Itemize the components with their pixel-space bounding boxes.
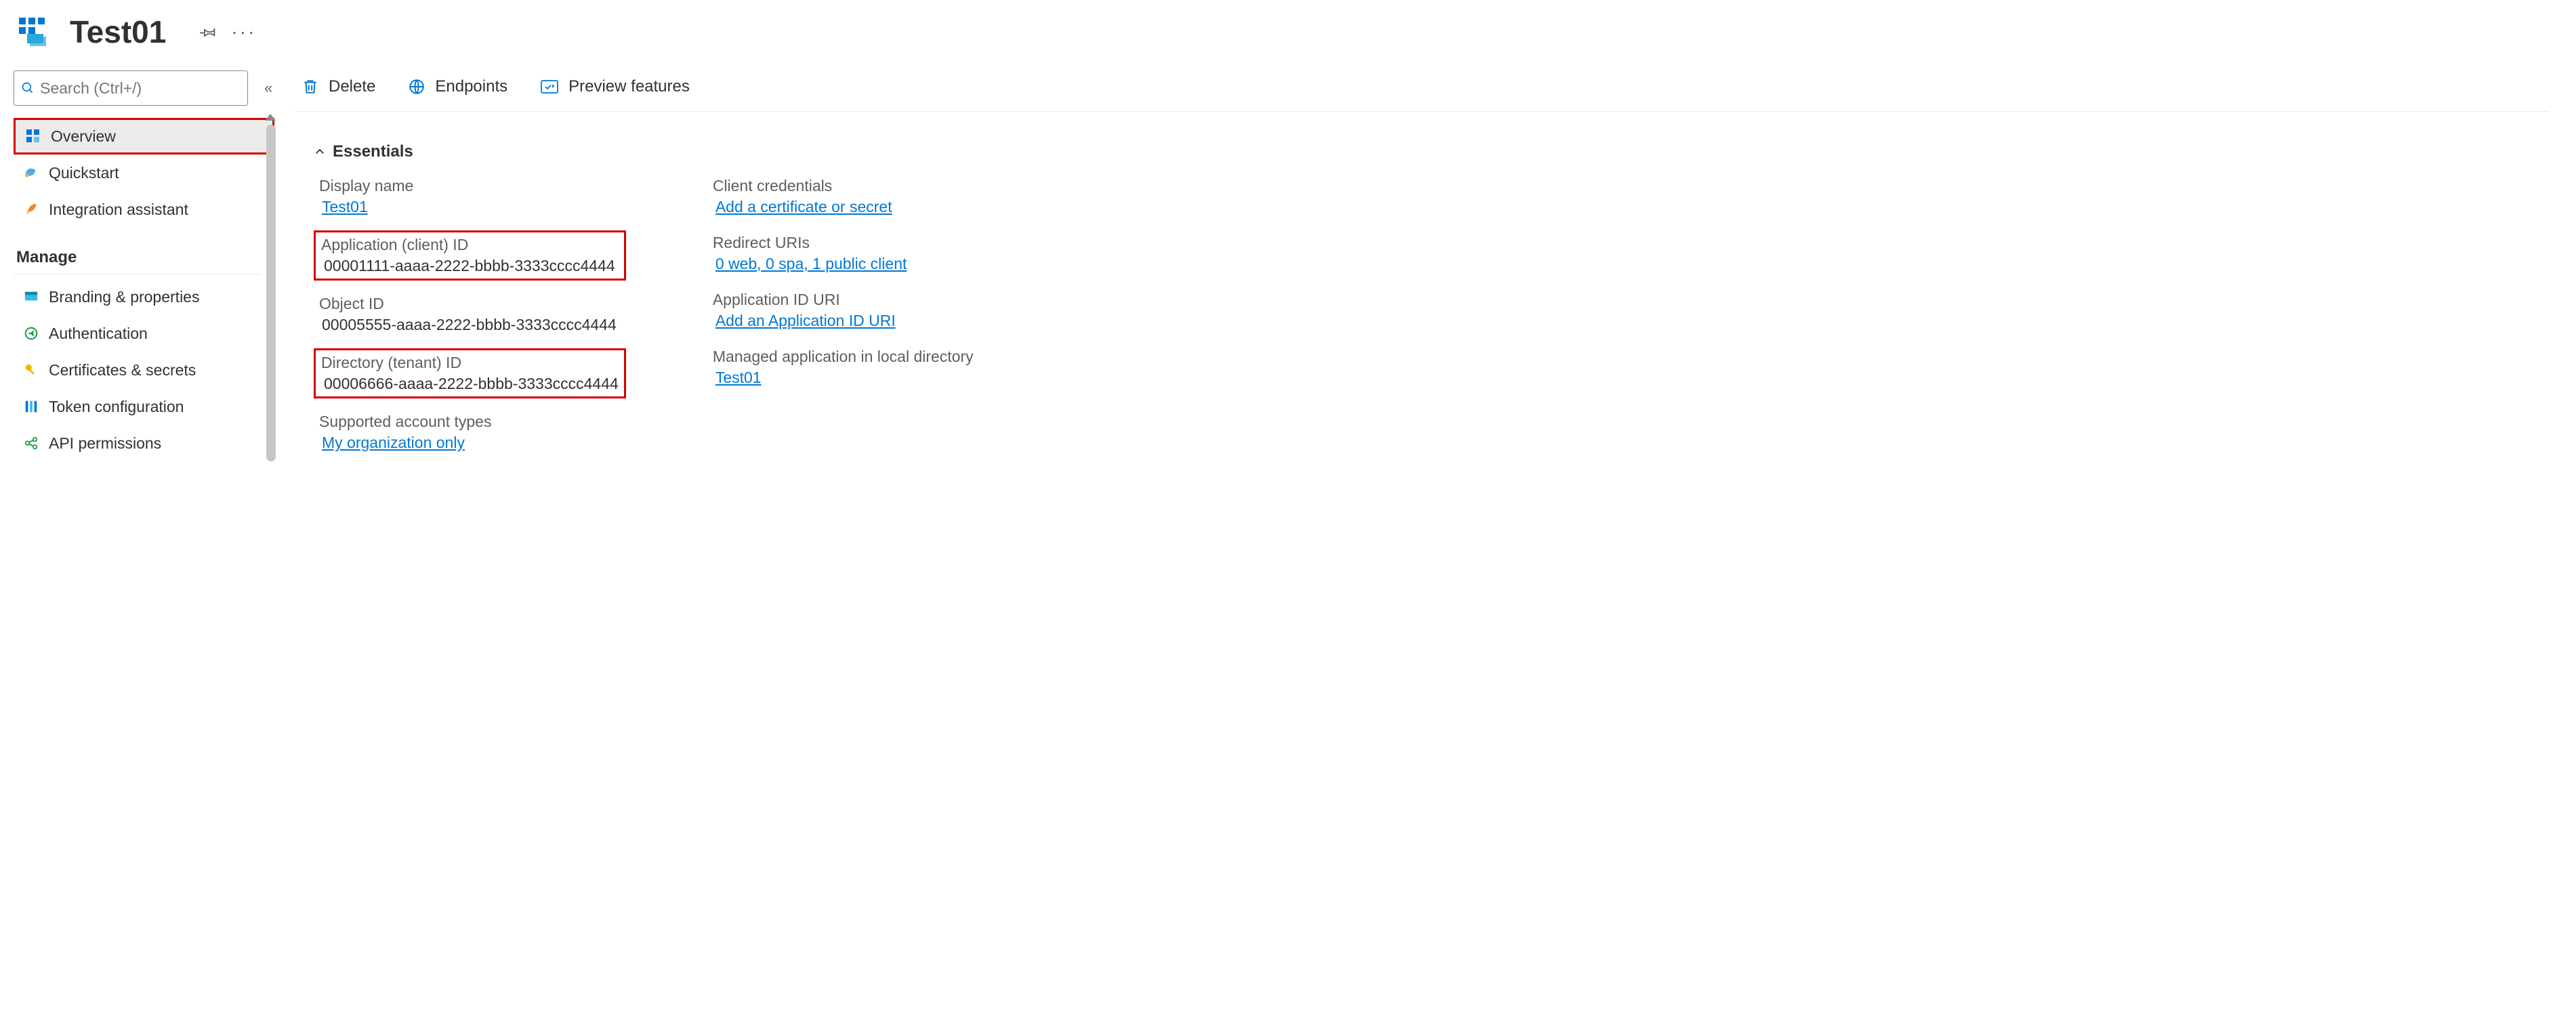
field-display-name: Display name Test01: [314, 173, 626, 220]
trash-icon: [302, 78, 319, 96]
more-button[interactable]: ···: [224, 17, 263, 47]
field-label: Managed application in local directory: [713, 348, 974, 366]
key-icon: [23, 363, 39, 377]
client-credentials-link[interactable]: Add a certificate or secret: [713, 198, 974, 216]
rocket-icon: [23, 202, 39, 217]
field-label: Directory (tenant) ID: [321, 354, 619, 372]
essentials-heading: Essentials: [333, 142, 413, 161]
page-header: Test01 ···: [0, 0, 2576, 70]
object-id-value: 00005555-aaaa-2222-bbbb-3333cccc4444: [319, 316, 621, 334]
sidebar-item-api-permissions[interactable]: API permissions: [14, 425, 274, 461]
display-name-link[interactable]: Test01: [319, 198, 621, 216]
field-supported-account-types: Supported account types My organization …: [314, 409, 626, 455]
globe-icon: [408, 78, 425, 96]
authentication-icon: [23, 326, 39, 341]
sidebar-item-integration-assistant[interactable]: Integration assistant: [14, 191, 274, 228]
sidebar-item-label: Overview: [51, 127, 116, 146]
field-redirect-uris: Redirect URIs 0 web, 0 spa, 1 public cli…: [707, 230, 979, 276]
preview-icon: [540, 79, 559, 94]
sidebar-item-quickstart[interactable]: Quickstart: [14, 154, 274, 191]
search-icon: [21, 81, 35, 95]
token-icon: [23, 399, 39, 414]
redirect-uris-link[interactable]: 0 web, 0 spa, 1 public client: [713, 255, 974, 273]
sidebar-item-certificates-secrets[interactable]: Certificates & secrets: [14, 352, 274, 388]
field-label: Application (client) ID: [321, 236, 619, 254]
field-label: Client credentials: [713, 177, 974, 195]
sidebar: « Overview Quickstart Integration assist…: [0, 70, 274, 468]
sidebar-item-label: API permissions: [49, 434, 161, 453]
app-registration-icon: [17, 16, 49, 48]
field-directory-tenant-id: Directory (tenant) ID 00006666-aaaa-2222…: [314, 348, 626, 398]
endpoints-button[interactable]: Endpoints: [408, 77, 507, 96]
collapse-sidebar-button[interactable]: «: [262, 77, 275, 100]
sidebar-item-label: Authentication: [49, 325, 148, 343]
field-managed-application: Managed application in local directory T…: [707, 344, 979, 390]
sidebar-section-manage: Manage: [14, 236, 261, 274]
essentials-right-column: Client credentials Add a certificate or …: [707, 173, 979, 455]
field-label: Application ID URI: [713, 291, 974, 309]
sidebar-item-authentication[interactable]: Authentication: [14, 315, 274, 352]
command-bar: Delete Endpoints Preview features: [295, 70, 2549, 112]
delete-button[interactable]: Delete: [302, 77, 375, 96]
field-application-id-uri: Application ID URI Add an Application ID…: [707, 287, 979, 333]
field-label: Supported account types: [319, 413, 621, 431]
page-title: Test01: [70, 14, 166, 50]
field-application-client-id: Application (client) ID 00001111-aaaa-22…: [314, 230, 626, 281]
search-input[interactable]: [40, 79, 241, 98]
chevron-up-icon: [314, 146, 326, 158]
sidebar-item-label: Token configuration: [49, 398, 184, 416]
quickstart-icon: [23, 165, 39, 180]
branding-icon: [23, 289, 39, 304]
preview-label: Preview features: [568, 77, 690, 96]
sidebar-item-token-configuration[interactable]: Token configuration: [14, 388, 274, 425]
application-id-uri-link[interactable]: Add an Application ID URI: [713, 312, 974, 330]
sidebar-item-label: Certificates & secrets: [49, 361, 196, 379]
field-object-id: Object ID 00005555-aaaa-2222-bbbb-3333cc…: [314, 291, 626, 337]
main-panel: Delete Endpoints Preview features Essent…: [274, 70, 2576, 468]
essentials-left-column: Display name Test01 Application (client)…: [314, 173, 626, 455]
preview-features-button[interactable]: Preview features: [540, 77, 690, 96]
sidebar-item-label: Quickstart: [49, 164, 119, 182]
field-label: Display name: [319, 177, 621, 195]
essentials-body: Display name Test01 Application (client)…: [295, 173, 2549, 455]
sidebar-search[interactable]: [14, 70, 248, 106]
overview-icon: [25, 129, 41, 144]
managed-application-link[interactable]: Test01: [713, 369, 974, 387]
directory-tenant-id-value: 00006666-aaaa-2222-bbbb-3333cccc4444: [321, 375, 619, 393]
sidebar-item-branding[interactable]: Branding & properties: [14, 279, 274, 315]
sidebar-item-label: Branding & properties: [49, 288, 199, 306]
pin-button[interactable]: [193, 19, 224, 45]
endpoints-label: Endpoints: [435, 77, 507, 96]
field-client-credentials: Client credentials Add a certificate or …: [707, 173, 979, 220]
field-label: Redirect URIs: [713, 234, 974, 252]
api-icon: [23, 436, 39, 451]
supported-account-types-link[interactable]: My organization only: [319, 434, 621, 452]
delete-label: Delete: [329, 77, 375, 96]
sidebar-item-overview[interactable]: Overview: [14, 118, 274, 154]
field-label: Object ID: [319, 295, 621, 313]
application-client-id-value: 00001111-aaaa-2222-bbbb-3333cccc4444: [321, 257, 619, 275]
sidebar-item-label: Integration assistant: [49, 201, 188, 219]
essentials-toggle[interactable]: Essentials: [314, 142, 2549, 161]
